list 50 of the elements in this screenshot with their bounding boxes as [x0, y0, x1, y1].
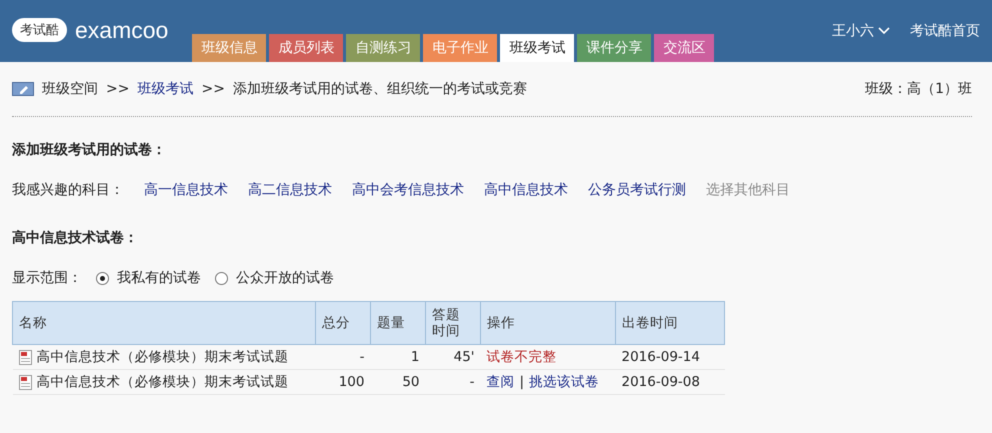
table-cell: - [426, 370, 480, 394]
column-header: 出卷时间 [616, 302, 724, 344]
column-header: 名称 [12, 302, 316, 344]
paper-name[interactable]: 高中信息技术（必修模块）期末考试试题 [36, 373, 288, 391]
link-separator: | [520, 374, 524, 390]
table-cell: 100 [316, 370, 370, 394]
table-cell: 2016-09-14 [616, 344, 724, 370]
breadcrumb-separator: >> [201, 81, 225, 97]
user-menu[interactable]: 王小六 [832, 22, 890, 40]
status-text: 试卷不完整 [486, 349, 556, 365]
action-link[interactable]: 查阅 [486, 374, 514, 390]
document-icon [18, 350, 32, 364]
nav-tab[interactable]: 班级考试 [500, 34, 574, 62]
scope-label: 显示范围： [12, 269, 82, 287]
nav-tab[interactable]: 交流区 [654, 34, 714, 62]
class-label: 班级：高（1）班 [865, 80, 972, 98]
subject-link[interactable]: 高一信息技术 [144, 181, 228, 199]
table-cell: - [316, 344, 370, 370]
chevron-down-icon [878, 27, 890, 35]
section-title: 高中信息技术试卷： [12, 229, 139, 247]
table-cell: 1 [370, 344, 426, 370]
paper-name[interactable]: 高中信息技术（必修模块）期末考试试题 [36, 348, 288, 366]
column-header: 题量 [370, 302, 426, 344]
document-icon [18, 374, 32, 390]
breadcrumb-item: 添加班级考试用的试卷、组织统一的考试或竞赛 [232, 80, 527, 98]
column-header: 操作 [480, 302, 616, 344]
subject-link[interactable]: 高二信息技术 [248, 181, 332, 199]
breadcrumb-separator: >> [106, 81, 130, 97]
action-link[interactable]: 挑选该试卷 [529, 374, 600, 390]
column-header: 总分 [316, 302, 370, 344]
nav-tab[interactable]: 成员列表 [269, 34, 344, 62]
section-title: 添加班级考试用的试卷： [12, 141, 167, 159]
brand-name: examcoo [75, 16, 168, 44]
breadcrumb-link[interactable]: 班级考试 [137, 80, 194, 98]
logo[interactable]: 考试酷 [12, 18, 67, 42]
table-cell: 50 [370, 370, 426, 394]
edit-icon [12, 82, 34, 96]
column-header: 答题时间 [426, 302, 480, 344]
radio-button[interactable] [215, 272, 228, 284]
subject-link[interactable]: 公务员考试行测 [588, 181, 686, 199]
table-cell: 2016-09-08 [616, 370, 724, 394]
radio-button[interactable] [96, 272, 109, 284]
subject-link[interactable]: 高中信息技术 [484, 181, 568, 199]
subject-link[interactable]: 高中会考信息技术 [352, 181, 464, 199]
breadcrumb-item: 班级空间 [42, 80, 98, 98]
home-link[interactable]: 考试酷首页 [910, 22, 980, 40]
radio-label[interactable]: 公众开放的试卷 [236, 269, 334, 287]
subjects-label: 我感兴趣的科目： [12, 181, 124, 199]
radio-label[interactable]: 我私有的试卷 [117, 269, 201, 287]
table-cell: 45' [426, 344, 480, 370]
